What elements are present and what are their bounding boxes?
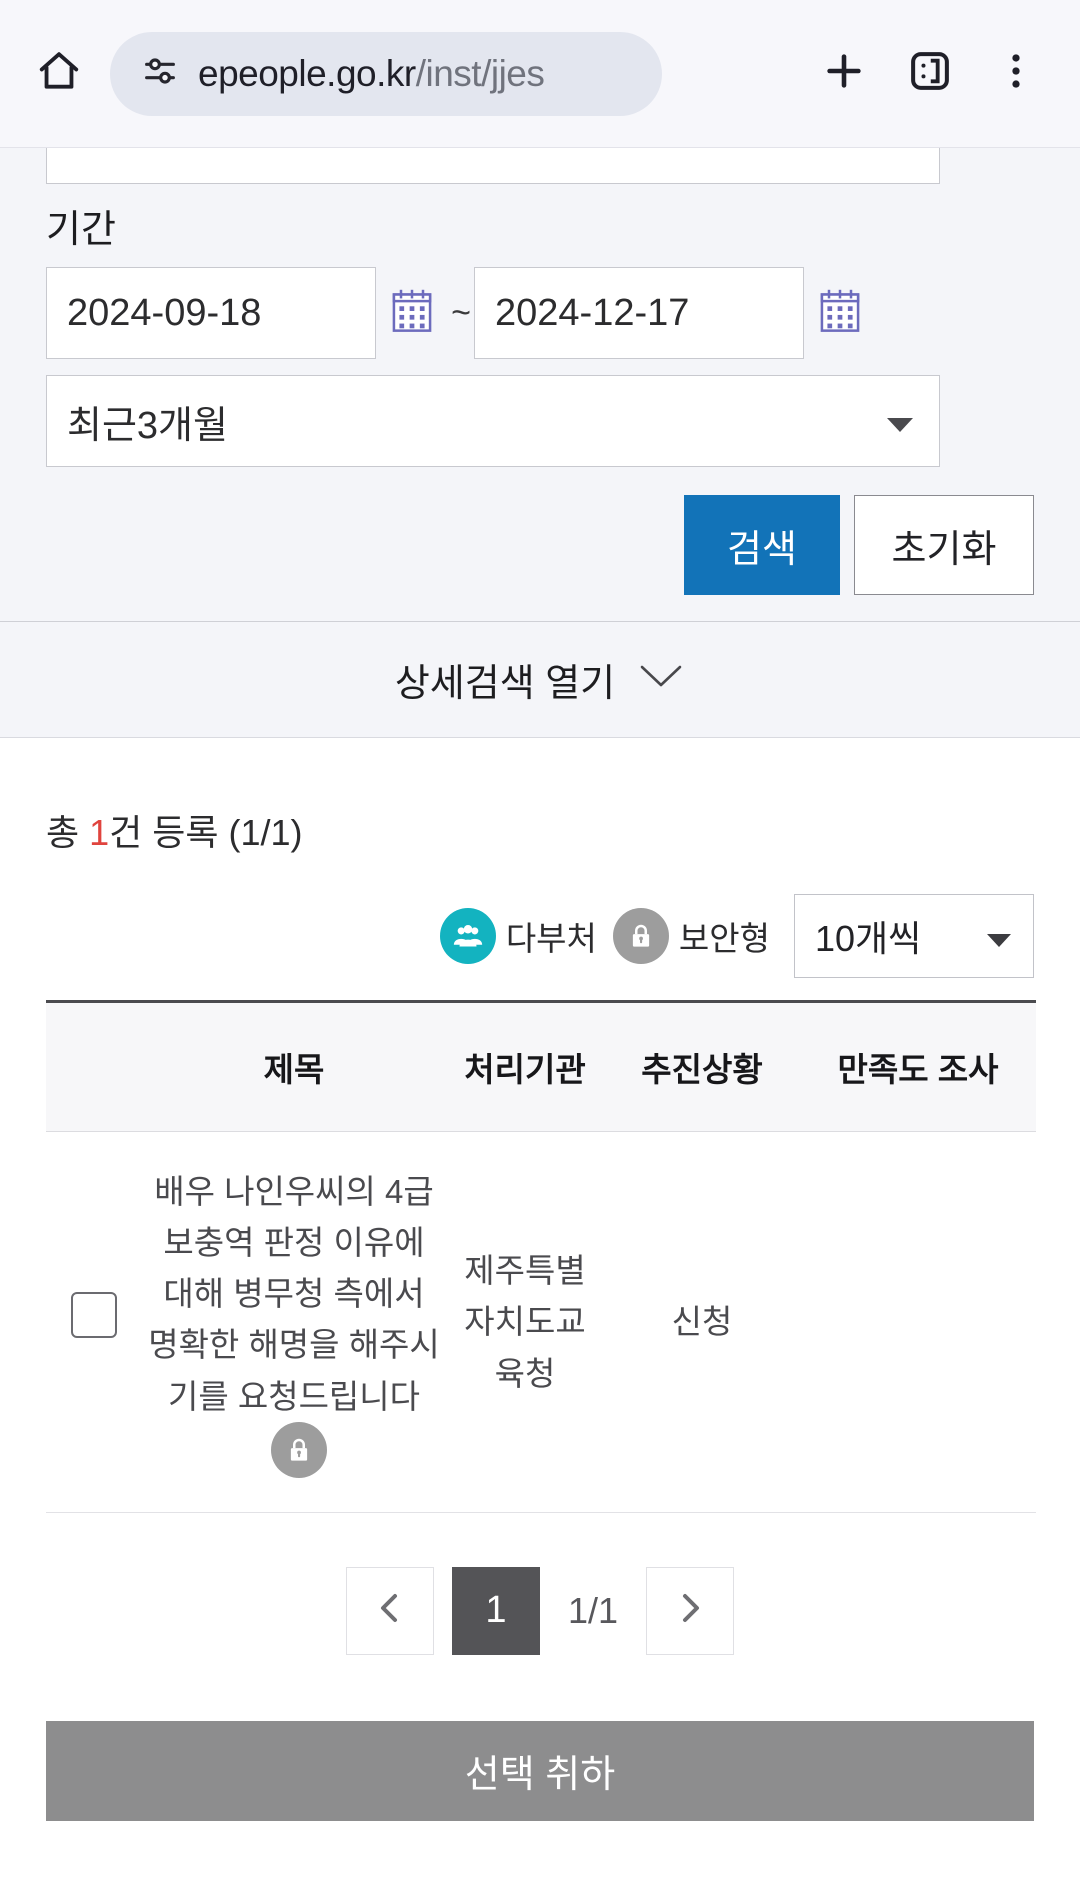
period-preset-value: 최근3개월 xyxy=(67,404,228,447)
chevron-down-icon xyxy=(637,658,685,701)
legend-item-multi-agency: 다부처 xyxy=(439,908,597,964)
row-checkbox[interactable] xyxy=(71,1291,117,1338)
header-satisfaction: 만족도 조사 xyxy=(800,1000,1036,1132)
date-from-input[interactable]: 2024-09-18 xyxy=(46,267,376,359)
lock-icon xyxy=(612,908,669,964)
keyword-input[interactable] xyxy=(46,148,940,184)
date-to-input[interactable]: 2024-12-17 xyxy=(474,267,804,359)
date-range-separator: ~ xyxy=(451,293,471,332)
browser-menu-button[interactable] xyxy=(978,36,1054,112)
per-page-value: 10개씩 xyxy=(815,918,922,959)
legend-item-secure: 보안형 xyxy=(612,908,770,964)
pagination-page-1[interactable]: 1 xyxy=(451,1566,540,1655)
footer-actions: 선택 취하 xyxy=(0,1720,1080,1821)
search-button[interactable]: 검색 xyxy=(684,495,840,595)
results-section: 총 1건 등록 (1/1) 다부처 보안형 10개씩 제목 처리기관 추진상황 … xyxy=(0,738,1080,1655)
calendar-icon xyxy=(390,287,434,340)
site-settings-icon[interactable] xyxy=(140,51,180,96)
total-count-number: 1 xyxy=(89,812,110,853)
pagination: 1 1/1 xyxy=(46,1566,1034,1655)
tab-switcher-icon xyxy=(907,48,953,99)
lock-icon xyxy=(271,1421,327,1478)
period-label: 기간 xyxy=(46,209,116,251)
header-status: 추진상황 xyxy=(604,1000,800,1132)
search-panel: 기간 2024-09-18 ~ 2024-12-17 최근3개월 검색 초기화 xyxy=(0,148,1080,622)
legend-label-multi-agency: 다부처 xyxy=(505,920,597,957)
per-page-select[interactable]: 10개씩 xyxy=(794,894,1034,978)
row-status-cell: 신청 xyxy=(604,1131,800,1513)
pagination-next-button[interactable] xyxy=(646,1566,735,1655)
row-satisfaction-cell xyxy=(800,1131,1036,1513)
header-select-all xyxy=(46,1000,142,1132)
legend-label-secure: 보안형 xyxy=(678,920,770,957)
home-button[interactable] xyxy=(26,41,92,107)
date-range-row: 2024-09-18 ~ 2024-12-17 xyxy=(46,267,1034,359)
page-content: 기간 2024-09-18 ~ 2024-12-17 최근3개월 검색 초기화 … xyxy=(0,148,1080,1821)
chevron-down-icon xyxy=(887,400,913,443)
plus-icon xyxy=(821,48,867,99)
row-checkbox-cell xyxy=(46,1131,142,1513)
home-icon xyxy=(36,48,82,99)
total-count: 총 1건 등록 (1/1) xyxy=(46,812,303,853)
date-from-calendar-button[interactable] xyxy=(376,267,448,359)
chevron-left-icon xyxy=(375,1591,405,1630)
detail-search-toggle[interactable]: 상세검색 열기 xyxy=(0,622,1080,738)
row-title-link[interactable]: 배우 나인우씨의 4급 보충역 판정 이유에 대해 병무청 측에서 명확한 해명… xyxy=(148,1173,440,1415)
toolbar-actions xyxy=(806,36,1054,112)
row-title-cell[interactable]: 배우 나인우씨의 4급 보충역 판정 이유에 대해 병무청 측에서 명확한 해명… xyxy=(142,1131,446,1513)
table-header-row: 제목 처리기관 추진상황 만족도 조사 xyxy=(46,1000,1036,1132)
tab-switcher-button[interactable] xyxy=(892,36,968,112)
period-preset-select[interactable]: 최근3개월 xyxy=(46,375,940,467)
url-text: epeople.go.kr/inst/jjes xyxy=(198,52,545,94)
header-title: 제목 xyxy=(142,1000,446,1132)
reset-button[interactable]: 초기화 xyxy=(854,495,1034,595)
header-org: 처리기관 xyxy=(446,1000,604,1132)
new-tab-button[interactable] xyxy=(806,36,882,112)
cancel-selected-button[interactable]: 선택 취하 xyxy=(46,1720,1034,1821)
results-table: 제목 처리기관 추진상황 만족도 조사 배우 나인우씨의 4급 보충역 판정 이… xyxy=(46,1000,1036,1513)
address-bar[interactable]: epeople.go.kr/inst/jjes xyxy=(110,31,662,116)
row-org-cell: 제주특별자치도교육청 xyxy=(446,1131,604,1513)
search-action-row: 검색 초기화 xyxy=(46,495,1034,595)
chevron-down-icon xyxy=(987,915,1011,957)
more-vertical-icon xyxy=(993,48,1039,99)
browser-toolbar: epeople.go.kr/inst/jjes xyxy=(0,0,1080,148)
chevron-right-icon xyxy=(675,1591,705,1630)
pagination-label: 1/1 xyxy=(567,1589,619,1631)
table-row: 배우 나인우씨의 4급 보충역 판정 이유에 대해 병무청 측에서 명확한 해명… xyxy=(46,1131,1036,1513)
multi-agency-icon xyxy=(439,908,496,964)
legend-row: 다부처 보안형 10개씩 xyxy=(46,894,1034,978)
detail-search-toggle-label: 상세검색 열기 xyxy=(394,663,616,705)
date-to-calendar-button[interactable] xyxy=(804,267,876,359)
calendar-icon xyxy=(818,287,862,340)
pagination-prev-button[interactable] xyxy=(345,1566,434,1655)
